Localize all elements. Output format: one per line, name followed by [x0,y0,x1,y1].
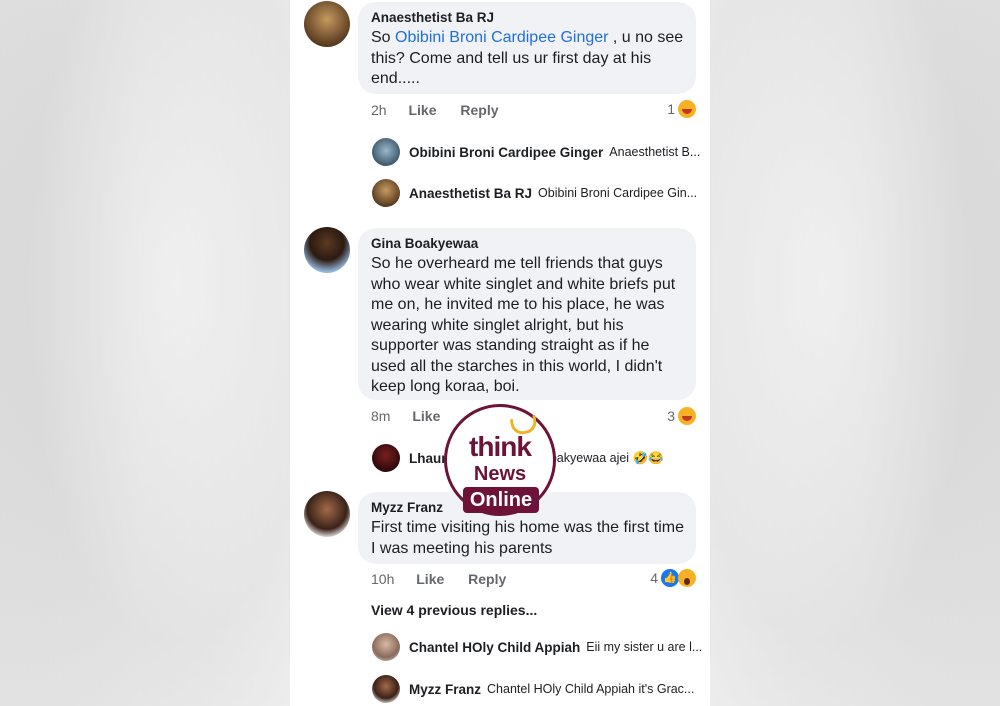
avatar[interactable] [304,1,350,47]
comment-actions: 2h Like Reply [371,102,519,118]
reply-snippet: Anaesthetist B... [609,145,701,159]
laugh-reaction-icon [678,407,696,425]
right-blur-background [710,0,1000,706]
reply-preview[interactable]: Anaesthetist Ba RJ Obibini Broni Cardipe… [372,178,697,208]
reply-author: Myzz Franz [409,681,482,697]
avatar [372,633,400,661]
reply-author: Obibini Broni Cardipee Ginger [409,144,604,160]
avatar [372,138,400,166]
comment-thread: Anaesthetist Ba RJ So Obibini Broni Card… [290,0,710,706]
reply-preview[interactable]: Myzz Franz Chantel HOly Child Appiah it'… [372,674,694,704]
thinknews-watermark-logo: think News Online [444,404,556,516]
laugh-reaction-icon [678,100,696,118]
comment-bubble: Gina Boakyewaa So he overheard me tell f… [358,228,696,400]
reaction-count: 3 [667,408,675,424]
logo-news-text: News [473,463,527,485]
comment-time[interactable]: 2h [371,102,387,118]
comment-text: So Obibini Broni Cardipee Ginger , u no … [371,29,684,87]
comment-time[interactable]: 8m [371,408,390,424]
logo-think-text: think [469,431,532,462]
wow-reaction-icon [678,569,696,587]
reply-button[interactable]: Reply [468,571,506,587]
comment-bubble: Anaesthetist Ba RJ So Obibini Broni Card… [358,2,696,94]
reply-snippet: Chantel HOly Child Appiah it's Grac... [487,682,695,696]
left-blur-background [0,0,290,706]
reply-author: Anaesthetist Ba RJ [409,185,533,201]
reply-snippet: Obibini Broni Cardipee Gin... [538,186,698,200]
reply-author: Lhaur [409,450,447,466]
reply-preview[interactable]: Chantel HOly Child Appiah Eii my sister … [372,632,702,662]
reaction-summary[interactable]: 4 👍 [650,569,696,587]
reaction-count: 4 [650,570,658,586]
like-button[interactable]: Like [408,102,436,118]
avatar[interactable] [304,227,350,273]
avatar[interactable] [304,491,350,537]
comment-actions: 8m Like [371,408,460,424]
view-previous-replies-link[interactable]: View 4 previous replies... [371,602,537,618]
comment-text: So he overheard me tell friends that guy… [371,255,676,395]
reaction-count: 1 [667,101,675,117]
mention-link[interactable]: Obibini Broni Cardipee Ginger [395,29,608,46]
avatar [372,444,400,472]
reply-preview[interactable]: Obibini Broni Cardipee Ginger Anaestheti… [372,137,700,167]
comment-time[interactable]: 10h [371,571,394,587]
logo-online-text: Online [463,487,539,513]
like-button[interactable]: Like [412,408,440,424]
comment-actions: 10h Like Reply [371,571,526,587]
comment-text: First time visiting his home was the fir… [371,519,684,557]
like-reaction-icon: 👍 [661,569,679,587]
reply-snippet: Eii my sister u are l... [586,640,703,654]
reply-button[interactable]: Reply [460,102,498,118]
reaction-summary[interactable]: 1 [667,100,696,118]
avatar [372,675,400,703]
like-button[interactable]: Like [416,571,444,587]
reaction-summary[interactable]: 3 [667,407,696,425]
reply-snippet: Boakyewaa ajei 🤣😂 [541,450,664,465]
comment-author[interactable]: Gina Boakyewaa [371,236,684,251]
avatar [372,179,400,207]
reply-author: Chantel HOly Child Appiah [409,639,581,655]
comment-author[interactable]: Anaesthetist Ba RJ [371,10,684,25]
